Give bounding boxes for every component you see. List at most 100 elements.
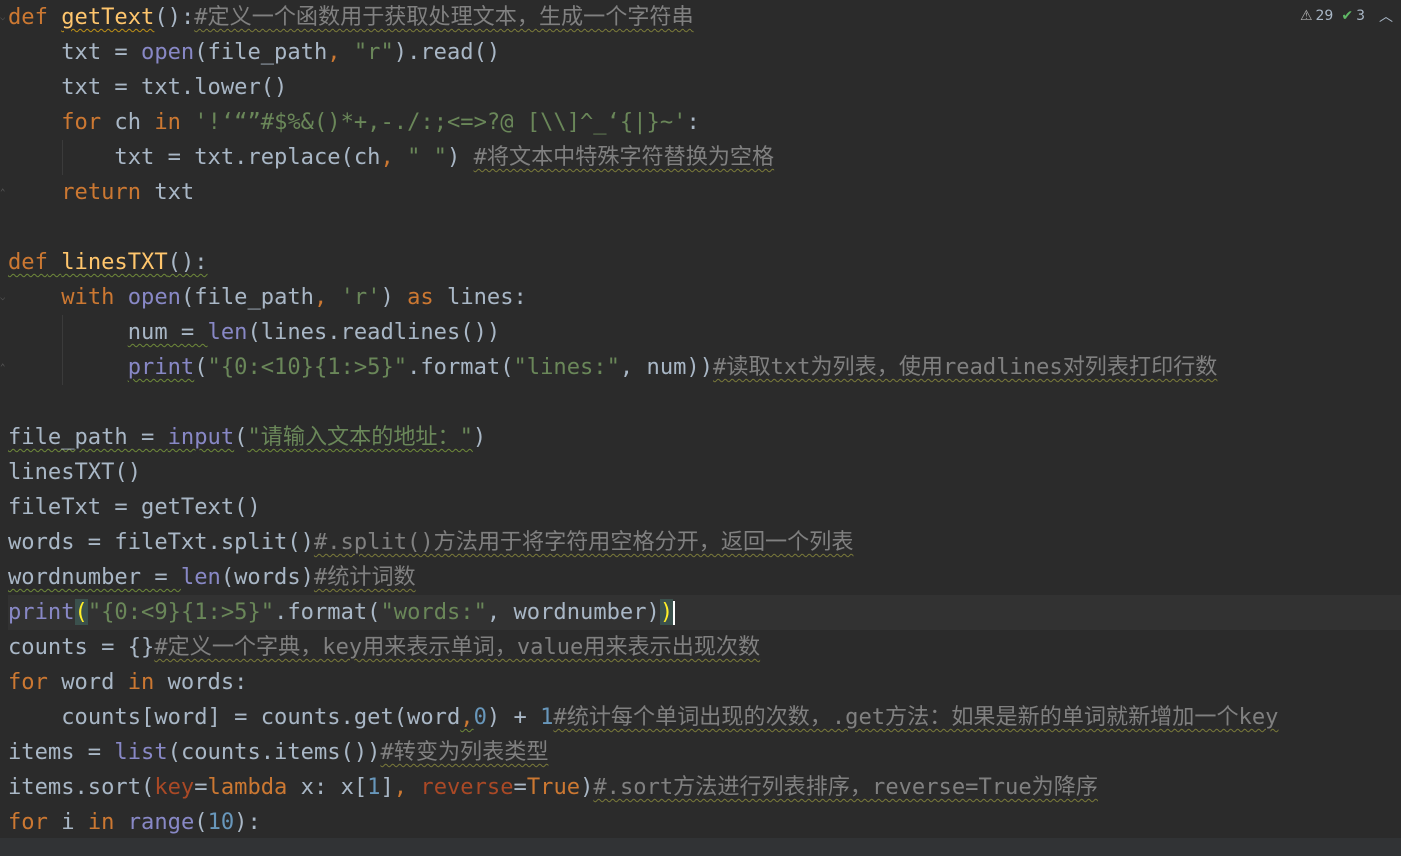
param-name: key	[154, 774, 195, 800]
comment: #.sort方法进行列表排序，reverse=True为降序	[593, 774, 1098, 800]
code-text: (lines.readlines())	[247, 319, 501, 345]
code-line-1[interactable]: def getText():#定义一个函数用于获取处理文本，生成一个字符串	[8, 0, 1401, 35]
keyword: True	[526, 774, 581, 800]
horizontal-scrollbar[interactable]	[0, 838, 1401, 856]
warnings-count: 29	[1315, 8, 1334, 24]
code-text: ch	[101, 109, 155, 135]
code-text: .format(	[274, 599, 381, 625]
code-text: ):	[234, 809, 261, 835]
code-line-15[interactable]: fileTxt = getText()	[8, 490, 1401, 525]
ok-indicator[interactable]: ✔ 3	[1341, 8, 1365, 24]
code-text: ]	[380, 774, 394, 800]
code-text: .format(	[407, 354, 514, 380]
code-line-23[interactable]: items.sort(key=lambda x: x[1], reverse=T…	[8, 770, 1401, 805]
code-text: txt = txt.lower()	[61, 74, 288, 100]
code-line-6[interactable]: return txt	[8, 175, 1401, 210]
keyword: in	[87, 809, 115, 835]
code-line-20[interactable]: for word in words:	[8, 665, 1401, 700]
code-text: (words)	[220, 564, 314, 590]
comma: ,	[393, 774, 421, 800]
chevron-up-icon[interactable]: ︿	[1379, 6, 1393, 26]
fold-end-icon[interactable]: ⌃	[0, 188, 6, 198]
fold-end-icon[interactable]: ⌃	[0, 363, 6, 373]
code-line-8[interactable]: def linesTXT():	[8, 245, 1401, 280]
keyword: for	[8, 809, 48, 835]
ok-count: 3	[1356, 8, 1365, 24]
code-text: ():	[154, 4, 195, 30]
indent-guide	[62, 315, 63, 350]
code-text: file_path =	[8, 424, 168, 450]
code-line-17[interactable]: wordnumber = len(words)#统计词数	[8, 560, 1401, 595]
comma: ,	[313, 284, 341, 310]
builtin-call: len	[207, 319, 248, 345]
keyword: as	[407, 284, 434, 310]
code-line-16[interactable]: words = fileTxt.split()#.split()方法用于将字符用…	[8, 525, 1401, 560]
code-line-12[interactable]	[8, 385, 1401, 420]
code-line-13[interactable]: file_path = input("请输入文本的地址：")	[8, 420, 1401, 455]
code-text: i	[47, 809, 88, 835]
builtin-call: list	[114, 739, 168, 765]
comment: #统计词数	[313, 564, 416, 590]
code-line-10[interactable]: num = len(lines.readlines())	[8, 315, 1401, 350]
code-line-21[interactable]: counts[word] = counts.get(word,0) + 1#统计…	[8, 700, 1401, 735]
code-line-14[interactable]: linesTXT()	[8, 455, 1401, 490]
comment: #定义一个字典，key用来表示单词，value用来表示出现次数	[154, 634, 761, 660]
code-text: )	[580, 774, 594, 800]
number-literal: 0	[473, 704, 487, 730]
code-text: =	[513, 774, 527, 800]
code-line-2[interactable]: txt = open(file_path, "r").read()	[8, 35, 1401, 70]
string-literal: "{0:<10}{1:>5}"	[207, 354, 408, 380]
comma: ,	[380, 144, 408, 170]
code-line-5[interactable]: txt = txt.replace(ch, " ") #将文本中特殊字符替换为空…	[8, 140, 1401, 175]
comment: #统计每个单词出现的次数，.get方法：如果是新的单词就新增加一个key	[553, 704, 1279, 730]
fold-marker-icon[interactable]: ⌵	[0, 13, 6, 23]
indent-guide	[62, 350, 63, 385]
code-text: txt	[141, 179, 195, 205]
code-line-3[interactable]: txt = txt.lower()	[8, 70, 1401, 105]
builtin-call: len	[180, 564, 221, 590]
keyword: in	[154, 109, 181, 135]
code-editor[interactable]: ⌵ ⌃ ⌵ ⌃ def getText():#定义一个函数用于获取处理文本，生成…	[0, 0, 1401, 856]
keyword: def	[8, 249, 48, 275]
keyword: in	[127, 669, 155, 695]
code-line-18-current[interactable]: print("{0:<9}{1:>5}".format("words:", wo…	[8, 595, 1401, 630]
code-text: )	[472, 424, 487, 450]
keyword: for	[61, 109, 102, 135]
string-literal: " "	[407, 144, 447, 170]
code-text: =	[194, 774, 208, 800]
code-text: wordnumber =	[8, 564, 181, 590]
code-line-19[interactable]: counts = {}#定义一个字典，key用来表示单词，value用来表示出现…	[8, 630, 1401, 665]
number-literal: 10	[207, 809, 235, 835]
keyword: for	[8, 669, 48, 695]
builtin-call: open	[127, 284, 181, 310]
warning-triangle-icon: ⚠	[1299, 8, 1313, 24]
code-text: (counts.items())	[167, 739, 381, 765]
code-line-4[interactable]: for ch in '!‘“”#$%&()*+,-./:;<=>?@ [\\]^…	[8, 105, 1401, 140]
code-line-24[interactable]: for i in range(10):	[8, 805, 1401, 840]
inspection-status[interactable]: ⚠ 29 ✔ 3 ︿	[1300, 6, 1393, 26]
fold-gutter: ⌵ ⌃ ⌵ ⌃	[0, 0, 8, 856]
comment: #定义一个函数用于获取处理文本，生成一个字符串	[194, 4, 694, 30]
fold-marker-icon[interactable]: ⌵	[0, 293, 6, 303]
string-literal: "r"	[353, 39, 394, 65]
code-line-7[interactable]	[8, 210, 1401, 245]
builtin-call: open	[141, 39, 195, 65]
string-literal: 'r'	[340, 284, 381, 310]
code-text: num =	[127, 319, 208, 345]
code-text: ) +	[486, 704, 541, 730]
code-text: counts[word] = counts.get(word	[61, 704, 461, 730]
builtin-call: print	[127, 354, 195, 380]
code-line-11[interactable]: print("{0:<10}{1:>5}".format("lines:", n…	[8, 350, 1401, 385]
code-line-22[interactable]: items = list(counts.items())#转变为列表类型	[8, 735, 1401, 770]
comma: ,	[327, 39, 354, 65]
code-text: :	[686, 109, 700, 135]
keyword: return	[61, 179, 142, 205]
code-line-9[interactable]: with open(file_path, 'r') as lines:	[8, 280, 1401, 315]
number-literal: 1	[540, 704, 554, 730]
warnings-indicator[interactable]: ⚠ 29	[1300, 8, 1333, 24]
code-text: txt = txt.replace(ch	[114, 144, 381, 170]
comment: #读取txt为列表，使用readlines对列表打印行数	[713, 354, 1218, 380]
string-literal: "请输入文本的地址："	[247, 424, 473, 450]
comment: #转变为列表类型	[380, 739, 549, 765]
